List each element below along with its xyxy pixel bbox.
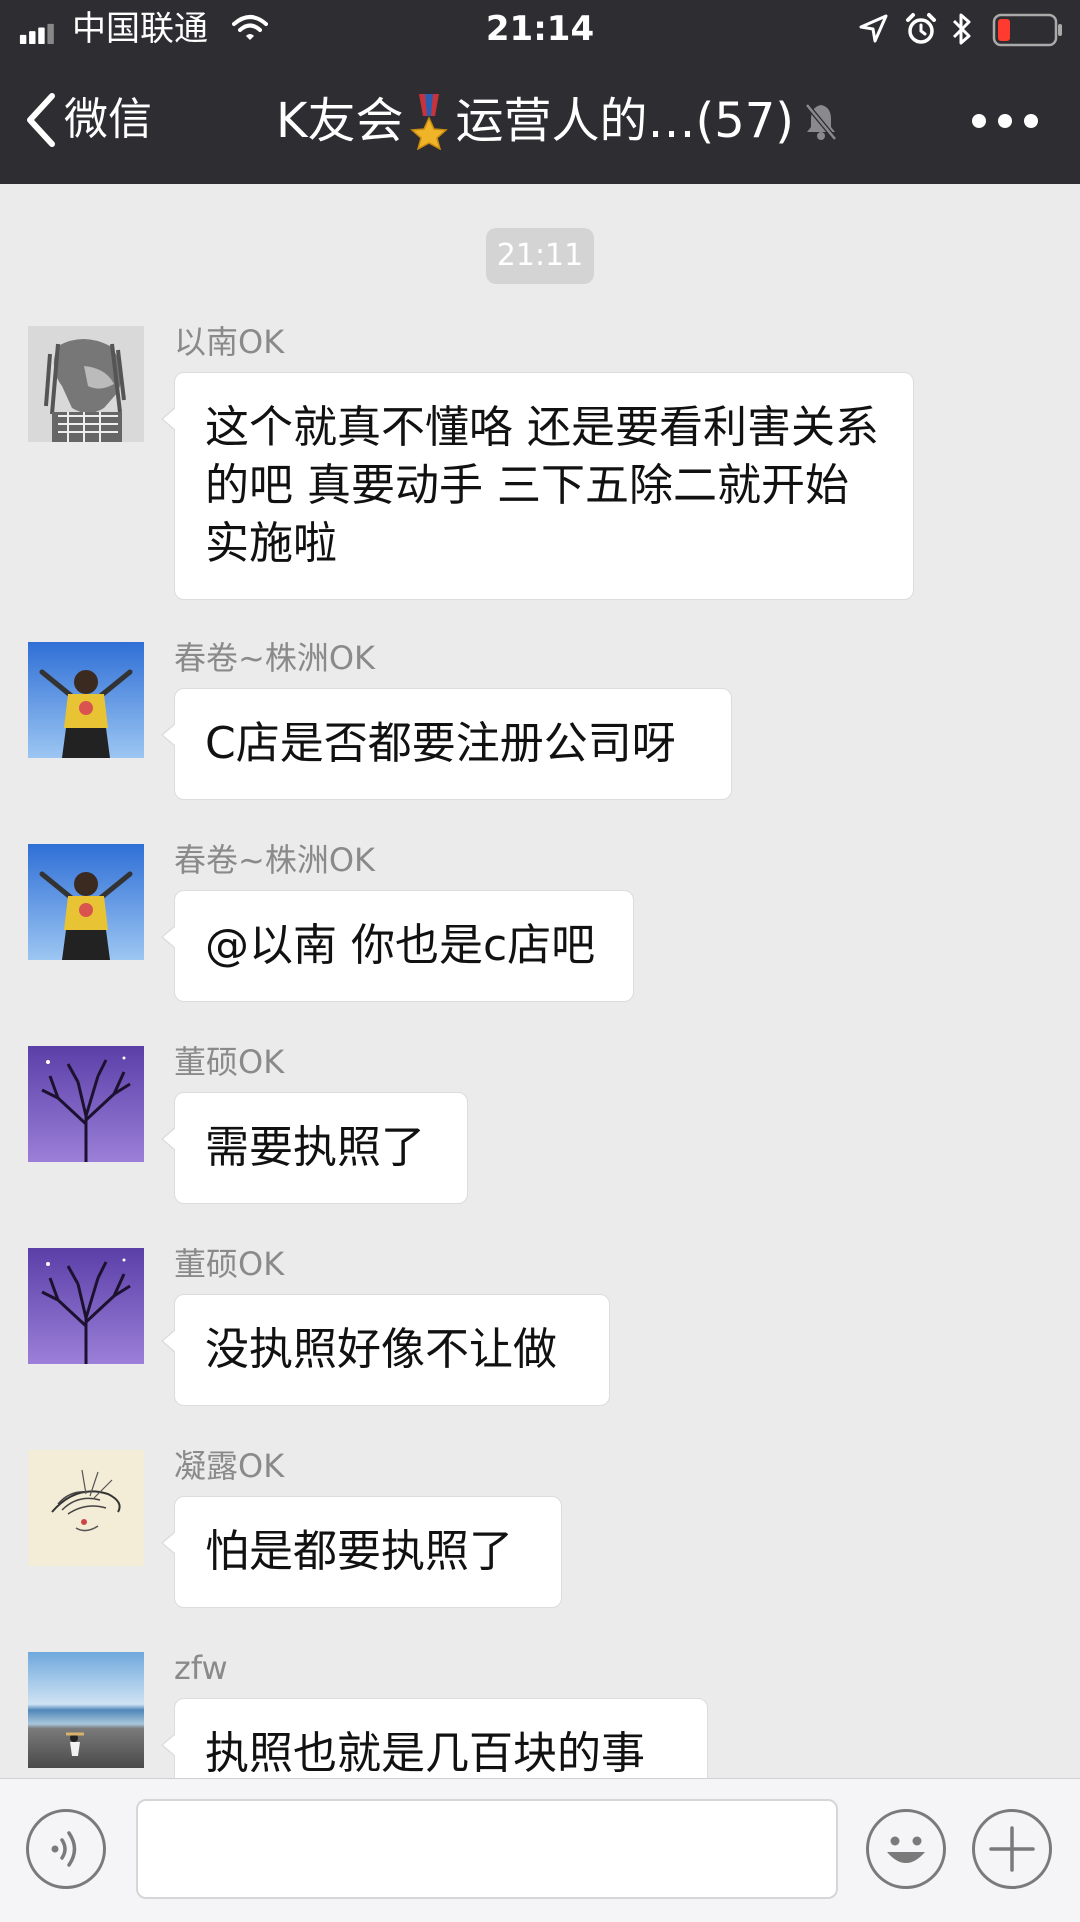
message-bubble[interactable]: 这个就真不懂咯 还是要看利害关系的吧 真要动手 三下五除二就开始实施啦: [161, 372, 914, 600]
chat-title-prefix: K友会: [276, 93, 404, 149]
chat-nav-bar: 微信 K友会 运营人的…(57): [0, 60, 1080, 184]
chat-title-suffix: 运营人的…(57): [455, 93, 795, 149]
beach-avatar[interactable]: [28, 1652, 144, 1768]
sender-name: 春卷~株洲OK: [174, 841, 375, 879]
chat-title: K友会 运营人的…(57): [276, 86, 838, 156]
alarm-icon: [906, 13, 936, 44]
input-bar: [0, 1778, 1080, 1922]
message-bubble[interactable]: 没执照好像不让做: [161, 1294, 610, 1406]
sky-person-avatar[interactable]: [28, 642, 144, 758]
plus-icon: [989, 1826, 1035, 1872]
message-input[interactable]: [136, 1799, 838, 1899]
back-button[interactable]: 微信: [22, 84, 152, 156]
sender-name: 董硕OK: [174, 1043, 285, 1081]
sender-name: 凝露OK: [174, 1447, 285, 1485]
chat-timestamp: 21:11: [486, 228, 594, 284]
location-icon: [859, 14, 888, 43]
emoji-icon: [887, 1836, 925, 1863]
purple-tree-avatar[interactable]: [28, 1248, 144, 1364]
chevron-left-icon: [27, 93, 55, 147]
purple-tree-avatar[interactable]: [28, 1046, 144, 1162]
more-options-button[interactable]: [970, 106, 1040, 136]
message-bubble[interactable]: 需要执照了: [161, 1092, 468, 1204]
voice-icon: [51, 1831, 77, 1867]
sender-name: zfw: [174, 1649, 228, 1687]
sender-name: 董硕OK: [174, 1245, 285, 1283]
message-bubble[interactable]: C店是否都要注册公司呀: [161, 688, 732, 800]
lion-avatar[interactable]: [28, 326, 144, 442]
chat-message-list[interactable]: 21:11 以南OK 这个就真不懂咯 还是要看利害关系的吧 真要动手 三下五除二…: [0, 184, 1080, 1778]
bluetooth-icon: [952, 13, 971, 45]
message-bubble[interactable]: @以南 你也是c店吧: [161, 890, 634, 1002]
emoji-button[interactable]: [866, 1809, 946, 1889]
sky-person-avatar[interactable]: [28, 844, 144, 960]
back-label: 微信: [64, 94, 152, 145]
mute-bell-icon: [805, 103, 837, 141]
medal-icon: [410, 94, 449, 150]
battery-icon: [992, 13, 1062, 47]
plus-button[interactable]: [972, 1809, 1052, 1889]
sketch-avatar[interactable]: [28, 1450, 144, 1566]
voice-button[interactable]: [26, 1809, 106, 1889]
message-bubble[interactable]: 怕是都要执照了: [161, 1496, 562, 1608]
sender-name: 以南OK: [174, 323, 285, 361]
message-bubble[interactable]: 执照也就是几百块的事: [161, 1698, 708, 1778]
sender-name: 春卷~株洲OK: [174, 639, 375, 677]
status-bar: 中国联通 21:14: [0, 0, 1080, 60]
